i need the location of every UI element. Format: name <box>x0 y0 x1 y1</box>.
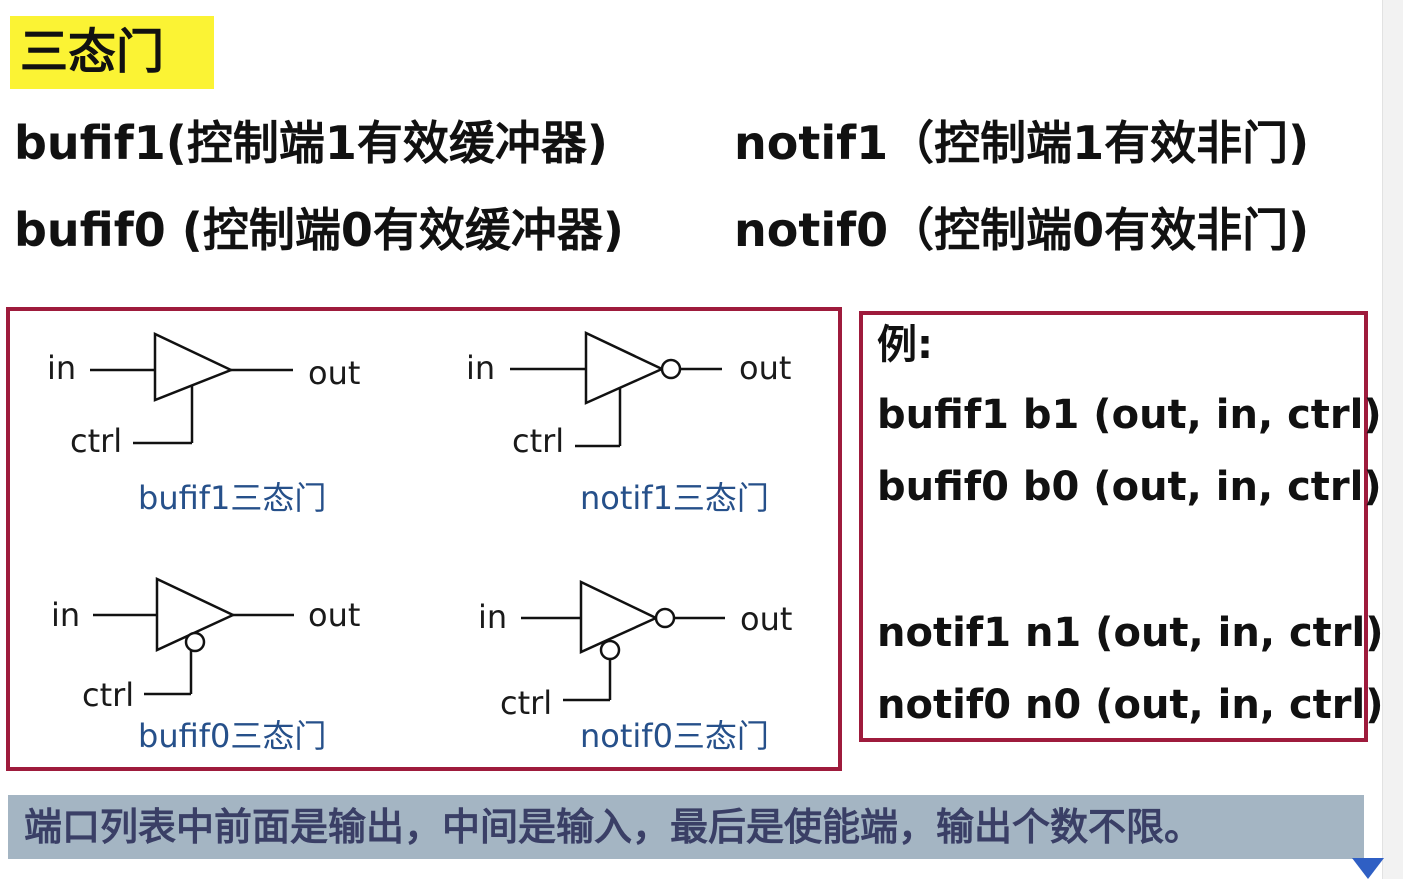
vertical-scrollbar[interactable] <box>1382 0 1403 879</box>
notif1-ctrl-label: ctrl <box>512 422 565 460</box>
example-panel: 例: bufif1 b1 (out, in, ctrl); bufif0 b0 … <box>859 311 1400 742</box>
bufif0-out-label: out <box>308 596 361 634</box>
bufif0-ctrl-label: ctrl <box>82 676 135 714</box>
notif0-out-label: out <box>740 600 793 638</box>
example-line-notif1: notif1 n1 (out, in, ctrl); <box>877 610 1400 656</box>
notif0-caption: notif0三态门 <box>580 717 769 755</box>
example-line-bufif1: bufif1 b1 (out, in, ctrl); <box>877 392 1398 438</box>
notif0-ctrl-label: ctrl <box>500 684 553 722</box>
note-text: 端口列表中前面是输出，中间是输入，最后是使能端，输出个数不限。 <box>24 805 1203 849</box>
bufif0-in-label: in <box>51 596 81 634</box>
bufif1-in-label: in <box>47 349 77 387</box>
example-line-notif0: notif0 n0 (out, in, ctrl); <box>877 682 1400 728</box>
scroll-down-arrow-icon[interactable] <box>1352 858 1384 879</box>
example-line-bufif0: bufif0 b0 (out, in, ctrl); <box>877 464 1398 510</box>
notif0-in-label: in <box>478 598 508 636</box>
bufif1-caption: bufif1三态门 <box>138 479 327 517</box>
notif0-gate-symbol <box>521 580 725 702</box>
note-bar: 端口列表中前面是输出，中间是输入，最后是使能端，输出个数不限。 <box>8 795 1364 859</box>
notif1-in-label: in <box>466 349 496 387</box>
notif1-caption: notif1三态门 <box>580 479 769 517</box>
example-heading: 例: <box>877 322 933 368</box>
notif1-out-label: out <box>739 349 792 387</box>
bufif1-out-label: out <box>308 354 361 392</box>
bufif1-ctrl-label: ctrl <box>70 422 123 460</box>
bufif0-caption: bufif0三态门 <box>138 717 327 755</box>
